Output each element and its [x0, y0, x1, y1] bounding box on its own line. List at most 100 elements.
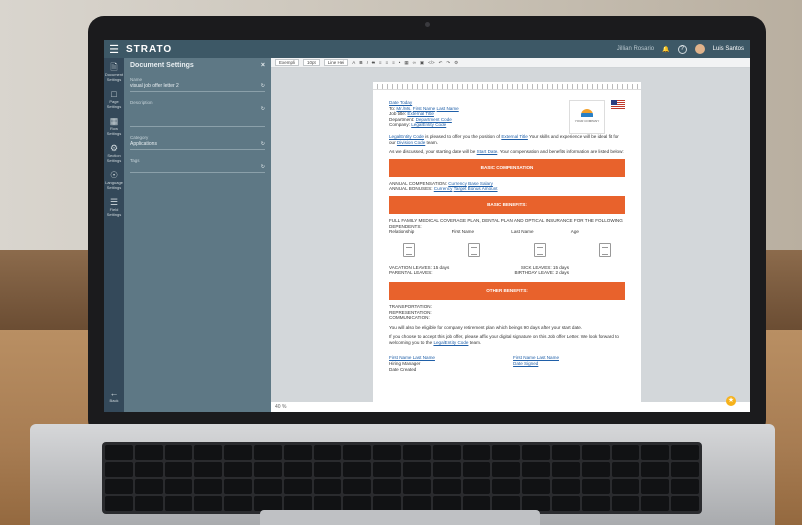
company-field[interactable]: LegalEntity Code [411, 122, 446, 127]
keyboard-key [105, 462, 133, 477]
reset-icon[interactable]: ↻ [261, 106, 265, 124]
font-select[interactable]: Exempli [275, 59, 300, 66]
basic-compensation-header: BASIC COMPENSATION [389, 158, 625, 177]
align-center-icon[interactable]: ≡ [385, 60, 388, 65]
team-label[interactable]: Jillian Rosario [617, 46, 654, 52]
keyboard-key [373, 496, 401, 511]
document-page[interactable]: YOUR COMPANY Date Today To: Mr./Ms. Firs… [373, 82, 641, 402]
settings-icon[interactable]: ⚙ [454, 60, 458, 66]
reset-icon[interactable]: ↻ [261, 164, 265, 170]
nav-document-settings[interactable]: 🗎 Document Settings [104, 58, 124, 85]
bell-icon[interactable]: 🔔 [662, 46, 669, 53]
document-icon[interactable] [533, 242, 546, 257]
department-field[interactable]: Department Code [416, 117, 452, 122]
document-icon[interactable] [403, 242, 415, 257]
logo-text: YOUR COMPANY [574, 119, 600, 124]
keyboard [102, 442, 702, 514]
salutation-field[interactable]: Mr./Ms. [396, 106, 411, 111]
us-flag-icon[interactable] [611, 100, 625, 109]
italic-icon[interactable]: I [367, 60, 368, 65]
keyboard-key [581, 462, 610, 477]
line-height-select[interactable]: Line Hei [323, 59, 349, 66]
undo-icon[interactable]: ↶ [439, 60, 443, 66]
link-icon[interactable]: ∞ [413, 60, 416, 65]
date-field[interactable]: Date Today [389, 100, 412, 105]
para-text: . Your compensation and benefits informa… [497, 149, 624, 155]
left-nav: 🗎 Document Settings □ Page Settings ▦ Ro… [104, 58, 124, 412]
zoom-level[interactable]: 40 % [275, 404, 286, 410]
image-icon[interactable]: ▣ [420, 60, 424, 66]
lightbulb-icon[interactable]: ★ [726, 396, 736, 406]
currency-field[interactable]: Currency [434, 186, 453, 191]
nav-back[interactable]: ← Back [104, 384, 124, 406]
align-left-icon[interactable]: ≡ [379, 60, 382, 65]
keyboard-key [164, 462, 193, 477]
align-right-icon[interactable]: ≡ [392, 60, 395, 65]
font-color-icon[interactable]: A [352, 60, 355, 65]
last-name-field[interactable]: Last Name [437, 106, 459, 111]
keyboard-key [343, 496, 372, 511]
keyboard-key [522, 462, 550, 477]
keyboard-key [134, 462, 163, 477]
keyboard-key [194, 462, 223, 477]
nav-language-settings[interactable]: ☉ Language Settings [104, 166, 124, 193]
company-logo[interactable]: YOUR COMPANY [569, 100, 605, 134]
first-name-field[interactable]: First Name [413, 106, 435, 111]
redo-icon[interactable]: ↷ [446, 60, 450, 66]
keyboard-key [253, 479, 282, 494]
nav-page-settings[interactable]: □ Page Settings [104, 85, 124, 112]
para-text: team. [469, 339, 482, 345]
tags-field[interactable]: ↻ [130, 163, 265, 173]
close-icon[interactable]: × [261, 62, 265, 69]
avatar[interactable] [694, 44, 705, 54]
keyboard-key [641, 462, 670, 477]
entity-field[interactable]: LegalEntity Code [433, 340, 468, 345]
category-select[interactable]: Applications ↻ [130, 140, 265, 150]
keyboard-key [641, 496, 670, 511]
division-field[interactable]: Division Code [397, 140, 425, 145]
bonus-field[interactable]: Target Bonus Amount [454, 186, 498, 191]
nav-field-settings[interactable]: ☰ Field Settings [104, 193, 124, 220]
nav-section-settings[interactable]: ⚙ Section Settings [104, 139, 124, 166]
keyboard-key [105, 445, 133, 460]
code-icon[interactable]: </> [428, 60, 435, 65]
keyboard-key [551, 462, 580, 477]
signature-left: First Name Last Name Hiring Manager Date… [389, 355, 435, 372]
title-field[interactable]: External Title [501, 134, 528, 139]
keyboard-key [641, 479, 670, 494]
size-select[interactable]: 10pt [303, 59, 320, 66]
reset-icon[interactable]: ↻ [261, 83, 265, 89]
keyboard-key [462, 462, 491, 477]
nav-row-settings[interactable]: ▦ Row Settings [104, 112, 124, 139]
keyboard-key [164, 479, 193, 494]
currency-field[interactable]: Currency [448, 181, 467, 186]
user-name[interactable]: Luis Santos [713, 46, 744, 52]
base-salary-field[interactable]: Base Salary [468, 181, 493, 186]
menu-icon[interactable]: ☰ [106, 43, 122, 56]
table-icon[interactable]: ▦ [404, 60, 408, 66]
start-date-field[interactable]: Start Date [477, 149, 498, 154]
list-icon[interactable]: • [399, 60, 401, 65]
strikethrough-icon[interactable]: S [372, 60, 375, 65]
keyboard-key [313, 479, 342, 494]
back-arrow-icon: ← [109, 388, 119, 398]
entity-field[interactable]: LegalEntity Code [389, 134, 424, 139]
keyboard-key [432, 479, 461, 494]
help-icon[interactable]: ? [677, 44, 687, 54]
keyboard-key [551, 496, 580, 511]
reset-icon[interactable]: ↻ [261, 141, 265, 147]
to-prefix: To: [389, 105, 396, 111]
status-bar: 40 % [271, 402, 750, 412]
trackpad [260, 510, 540, 525]
keyboard-key [194, 479, 223, 494]
job-title-field[interactable]: External Title [407, 111, 434, 116]
document-icon[interactable] [468, 242, 481, 257]
keyboard-key [581, 496, 610, 511]
description-field[interactable]: ↻ [130, 105, 265, 127]
other-benefits-header: OTHER BENEFITS: [389, 281, 625, 300]
bold-icon[interactable]: B [359, 60, 362, 65]
date-signed[interactable]: Date Signed [513, 361, 559, 367]
name-field[interactable]: visual job offer letter 2 ↻ [130, 82, 265, 92]
keyboard-key [581, 479, 610, 494]
document-icon[interactable] [598, 242, 611, 257]
